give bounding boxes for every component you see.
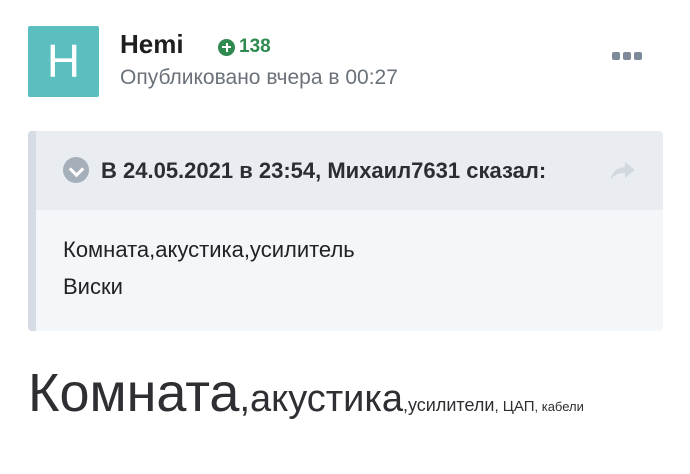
- quote-header: В 24.05.2021 в 23:54, Михаил7631 сказал:: [36, 131, 663, 210]
- content-segment: ,акустика: [239, 378, 403, 420]
- quote-citation: В 24.05.2021 в 23:54, Михаил7631 сказал:: [101, 158, 547, 183]
- chevron-down-icon[interactable]: [63, 157, 89, 183]
- plus-circle-icon: [218, 38, 235, 56]
- content-segment: , ЦАП: [494, 398, 535, 415]
- quote-line: Виски: [63, 274, 123, 299]
- more-dots-icon[interactable]: [612, 52, 642, 62]
- avatar[interactable]: H: [28, 26, 99, 97]
- post-header: H Hemi 138 Опубликовано вчера в 00:27: [0, 0, 690, 110]
- content-segment: Комната: [28, 363, 240, 423]
- post-content: Комната,акустика,усилители, ЦАП, кабели: [28, 362, 584, 424]
- published-time: Опубликовано вчера в 00:27: [120, 66, 398, 89]
- author-name[interactable]: Hemi: [120, 28, 184, 60]
- quote-body: Комната,акустика,усилитель Виски: [63, 231, 355, 305]
- content-segment: ,усилители: [403, 395, 495, 415]
- reputation-badge: 138: [218, 36, 271, 58]
- quote-block: В 24.05.2021 в 23:54, Михаил7631 сказал:…: [28, 131, 663, 331]
- content-segment: , кабели: [534, 399, 584, 414]
- reputation-value: 138: [239, 36, 271, 57]
- share-arrow-icon[interactable]: [608, 159, 638, 183]
- quote-line: Комната,акустика,усилитель: [63, 237, 355, 262]
- quote-left-bar: [28, 131, 36, 331]
